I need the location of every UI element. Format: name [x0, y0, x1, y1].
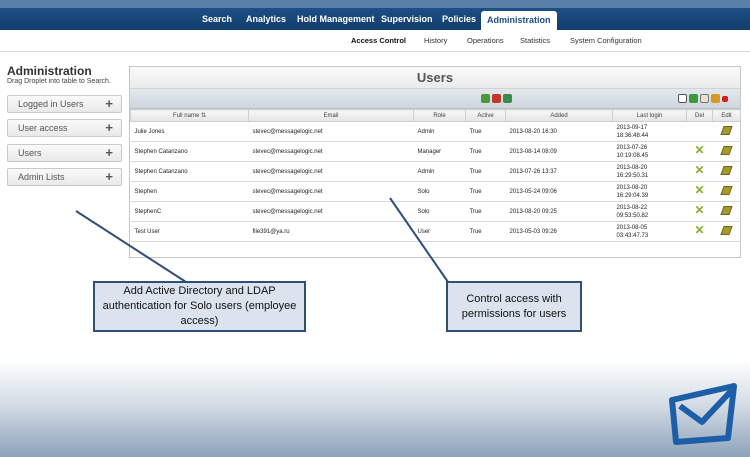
mail-logo-icon: [669, 383, 737, 445]
callout-connectors: [75, 197, 449, 283]
callout-permissions: Control access with permissions for user…: [446, 281, 582, 332]
callout-ldap: Add Active Directory and LDAP authentica…: [93, 281, 306, 332]
callout-permissions-text: Control access with permissions for user…: [461, 292, 567, 320]
callout-ldap-text: Add Active Directory and LDAP authentica…: [102, 285, 297, 327]
right-callout-line: [389, 197, 449, 283]
left-callout-line: [75, 210, 187, 283]
